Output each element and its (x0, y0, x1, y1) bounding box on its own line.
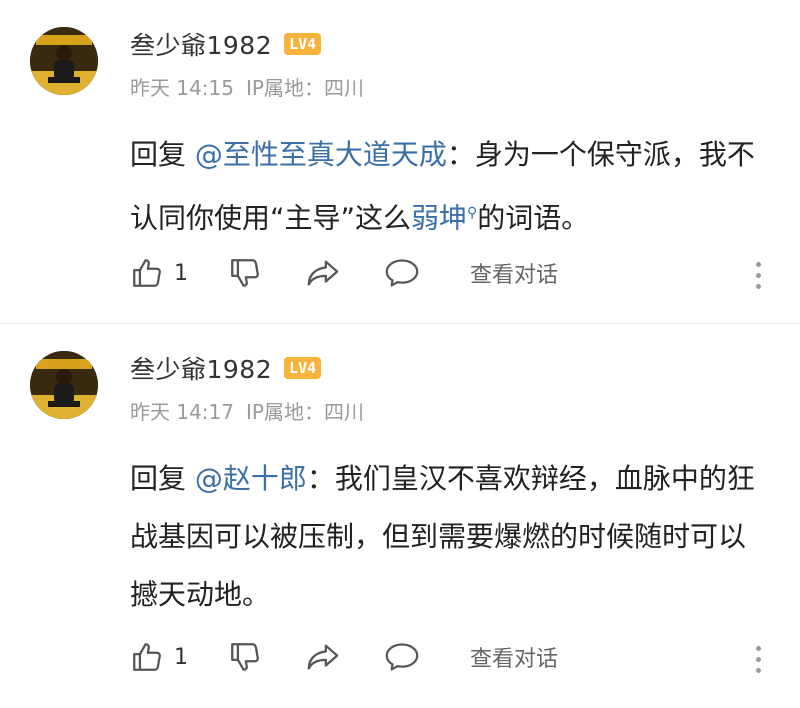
ip-location: IP属地：四川 (246, 400, 364, 424)
username[interactable]: 叁少爺1982 (130, 26, 272, 62)
reply-button[interactable] (384, 256, 420, 290)
more-vertical-icon[interactable] (756, 262, 762, 289)
like-button[interactable]: 1 (130, 640, 188, 674)
user-info-row: 叁少爺1982 LV4 (130, 26, 322, 62)
comment-time: 昨天 14:17 (130, 400, 234, 424)
mention-link[interactable]: @赵十郎 (195, 462, 307, 495)
comment-bubble-icon (385, 259, 419, 287)
comment-bubble-icon (385, 643, 419, 671)
action-bar: 1 查看对话 (130, 640, 558, 674)
level-badge: LV4 (284, 357, 322, 379)
mention-link[interactable]: @至性至真大道天成 (195, 138, 447, 171)
comment-time: 昨天 14:15 (130, 76, 234, 100)
comment-item: 叁少爺1982 LV4 昨天 14:15 IP属地：四川 回复 @至性至真大道天… (0, 0, 800, 323)
like-count: 1 (174, 644, 188, 670)
action-bar: 1 查看对话 (130, 256, 558, 290)
like-button[interactable]: 1 (130, 256, 188, 290)
share-icon (307, 260, 339, 286)
thumbs-up-icon (133, 643, 161, 671)
like-count: 1 (174, 260, 188, 286)
share-button[interactable] (306, 256, 340, 290)
comment-body: 回复 @至性至真大道天成：身为一个保守派，我不认同你使用“主导”这么弱坤⚲的词语… (130, 126, 770, 247)
share-button[interactable] (306, 640, 340, 674)
username[interactable]: 叁少爺1982 (130, 350, 272, 386)
search-icon[interactable]: ⚲ (467, 205, 477, 221)
ip-location: IP属地：四川 (246, 76, 364, 100)
thumbs-down-icon (231, 643, 259, 671)
dislike-button[interactable] (228, 640, 262, 674)
view-thread-link[interactable]: 查看对话 (470, 641, 558, 673)
share-icon (307, 644, 339, 670)
reply-button[interactable] (384, 640, 420, 674)
view-thread-link[interactable]: 查看对话 (470, 257, 558, 289)
thumbs-up-icon (133, 259, 161, 287)
comment-meta: 昨天 14:17 IP属地：四川 (130, 396, 364, 425)
comment-item: 叁少爺1982 LV4 昨天 14:17 IP属地：四川 回复 @赵十郎：我们皇… (0, 324, 800, 673)
comment-meta: 昨天 14:15 IP属地：四川 (130, 72, 364, 101)
reply-prefix: 回复 (130, 462, 195, 495)
avatar[interactable] (30, 27, 98, 95)
more-vertical-icon[interactable] (756, 646, 762, 673)
level-badge: LV4 (284, 33, 322, 55)
user-info-row: 叁少爺1982 LV4 (130, 350, 322, 386)
reply-prefix: 回复 (130, 138, 195, 171)
avatar[interactable] (30, 351, 98, 419)
comment-body: 回复 @赵十郎：我们皇汉不喜欢辩经，血脉中的狂战基因可以被压制，但到需要爆燃的时… (130, 450, 770, 624)
search-link[interactable]: 弱坤 (411, 201, 467, 234)
dislike-button[interactable] (228, 256, 262, 290)
comment-text-end: 的词语。 (477, 201, 590, 235)
thumbs-down-icon (231, 259, 259, 287)
